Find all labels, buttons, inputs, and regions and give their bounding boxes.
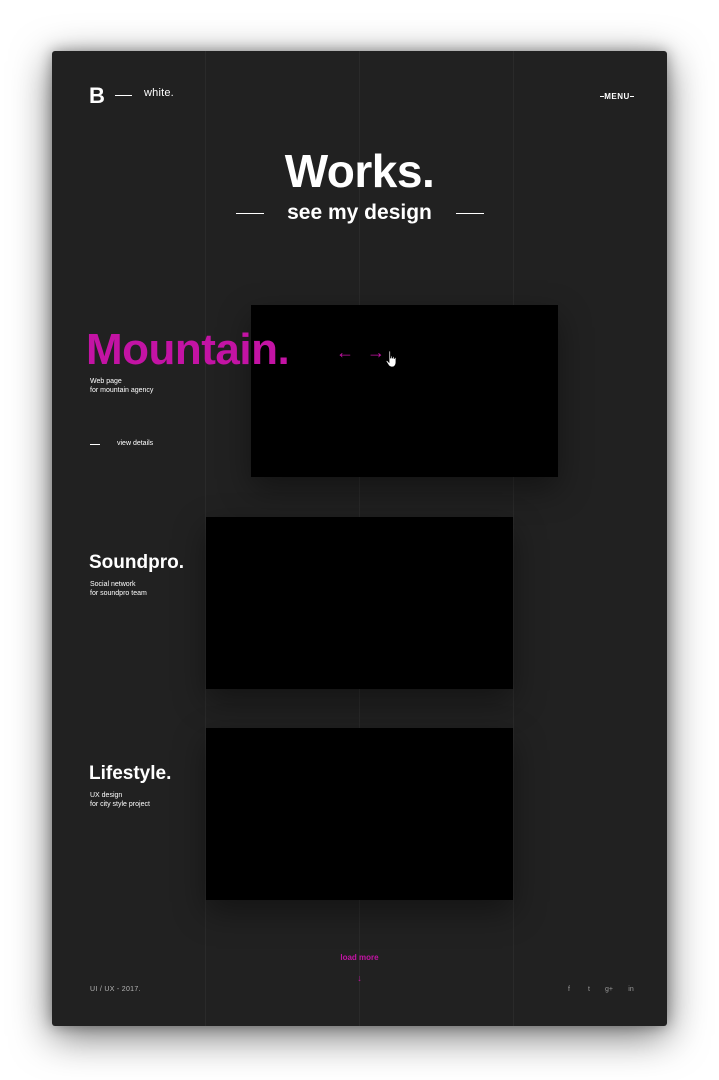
menu-label: MENU <box>604 91 630 101</box>
project-title-mountain: Mountain. <box>86 325 290 374</box>
footer-copyright: UI / UX - 2017. <box>90 986 141 993</box>
details-dash <box>90 444 100 445</box>
project-title-soundpro: Soundpro. <box>89 552 184 573</box>
load-more-button[interactable]: load more <box>52 953 667 962</box>
slider-prev-arrow-icon[interactable]: ← <box>336 343 354 361</box>
project-desc-line: UX design <box>90 792 123 799</box>
project-image-mountain[interactable] <box>251 305 558 477</box>
project-desc-mountain: Web page for mountain agency <box>90 377 240 395</box>
project-desc-line: for soundpro team <box>90 590 147 597</box>
project-desc-soundpro: Social network for soundpro team <box>90 580 240 598</box>
twitter-icon[interactable]: t <box>584 986 594 993</box>
project-title-lifestyle: Lifestyle. <box>89 763 172 784</box>
portfolio-page: B white. MENU Works. see my design Mount… <box>52 51 667 1026</box>
menu-button[interactable]: MENU <box>600 89 634 103</box>
logo[interactable]: B <box>89 85 105 107</box>
linkedin-icon[interactable]: in <box>626 986 636 993</box>
project-image-soundpro[interactable] <box>206 517 513 689</box>
facebook-icon[interactable]: f <box>564 986 574 993</box>
page-title: Works. <box>284 145 435 197</box>
hand-cursor-icon <box>385 350 397 368</box>
project-image-lifestyle[interactable] <box>206 728 513 900</box>
page-subtitle: see my design <box>287 201 432 224</box>
project-desc-line: for mountain agency <box>90 387 154 394</box>
arrow-down-icon[interactable]: ↓ <box>52 973 667 983</box>
google-plus-icon[interactable]: g+ <box>604 986 614 993</box>
slider-next-arrow-icon[interactable]: → <box>367 343 385 361</box>
project-desc-line: for city style project <box>90 801 150 808</box>
logo-subtitle: white. <box>144 87 174 99</box>
project-desc-lifestyle: UX design for city style project <box>90 791 240 809</box>
project-desc-line: Web page <box>90 378 122 385</box>
view-details-link[interactable]: view details <box>117 440 153 447</box>
subtitle-line-right <box>456 213 484 214</box>
logo-divider <box>115 95 132 96</box>
grid-line <box>513 51 514 1026</box>
project-desc-line: Social network <box>90 581 136 588</box>
